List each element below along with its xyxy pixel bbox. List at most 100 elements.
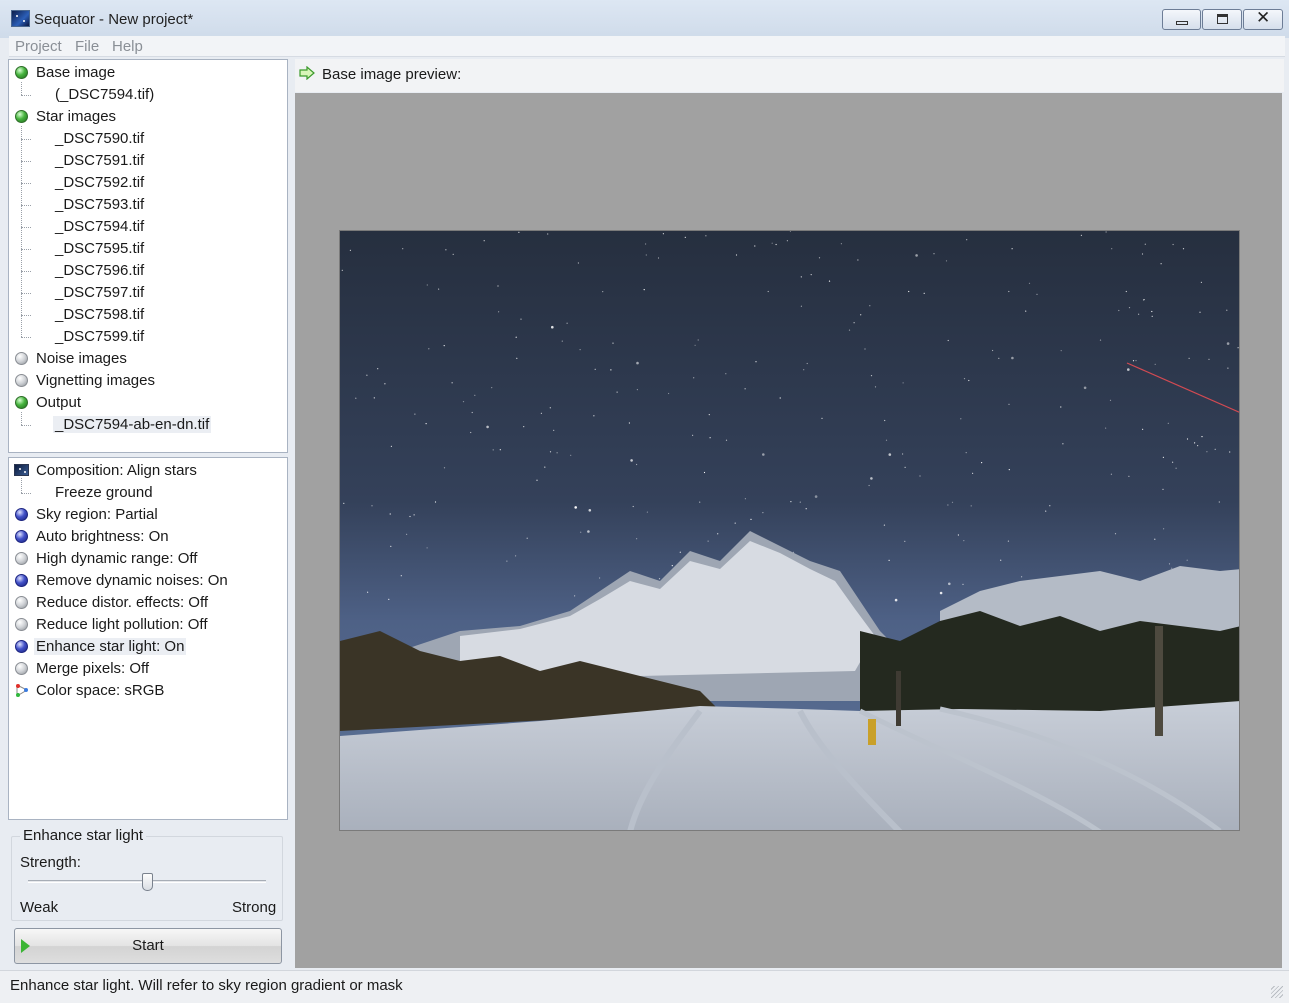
star-dot <box>443 345 445 347</box>
maximize-button[interactable] <box>1202 9 1242 30</box>
star-dot <box>725 439 728 441</box>
star-dot <box>389 513 391 515</box>
star-dot <box>1036 293 1038 295</box>
star-dot <box>945 260 948 262</box>
tree-item-vignetting-images[interactable]: Vignetting images <box>34 370 157 392</box>
star-dot <box>426 547 428 549</box>
status-blue-icon <box>15 530 28 543</box>
close-button[interactable]: ✕ <box>1243 8 1283 30</box>
star-dot <box>1199 311 1201 313</box>
star-dot <box>915 254 918 257</box>
star-dot <box>1182 248 1185 250</box>
slider-max-label: Strong <box>232 899 277 916</box>
tree-item-star-file[interactable]: _DSC7591.tif <box>53 150 146 172</box>
tree-connector <box>21 337 31 338</box>
preview-label: Base image preview: <box>322 66 462 83</box>
tree-item-star-file[interactable]: _DSC7592.tif <box>53 172 146 194</box>
star-dot <box>693 377 695 379</box>
star-dot <box>671 565 673 567</box>
star-dot <box>1028 282 1031 284</box>
star-dot <box>998 357 1000 359</box>
option-sky-region[interactable]: Sky region: Partial <box>34 504 160 526</box>
menu-help[interactable]: Help <box>112 38 143 55</box>
tree-item-star-file[interactable]: _DSC7593.tif <box>53 194 146 216</box>
tree-item-base-image[interactable]: Base image <box>34 62 117 84</box>
star-dot <box>923 292 925 294</box>
star-dot <box>1011 248 1013 250</box>
star-dot <box>1197 445 1199 447</box>
star-dot <box>549 407 551 409</box>
tree-item-star-file[interactable]: _DSC7598.tif <box>53 304 146 326</box>
option-remove-dynamic-noises[interactable]: Remove dynamic noises: On <box>34 570 230 592</box>
star-dot <box>1060 350 1062 352</box>
tree-item-output-file[interactable]: _DSC7594-ab-en-dn.tif <box>53 414 212 436</box>
star-dot <box>662 233 664 235</box>
star-dot <box>1188 357 1190 359</box>
star-dot <box>434 501 437 503</box>
tree-item-noise-images[interactable]: Noise images <box>34 348 129 370</box>
star-dot <box>574 506 577 509</box>
star-dot <box>636 463 638 466</box>
star-dot <box>828 280 831 282</box>
option-high-dynamic-range[interactable]: High dynamic range: Off <box>34 548 199 570</box>
star-dot <box>883 524 886 526</box>
tree-item-star-file[interactable]: _DSC7599.tif <box>53 326 146 348</box>
star-dot <box>483 240 485 242</box>
tree-item-star-file[interactable]: _DSC7597.tif <box>53 282 146 304</box>
star-dot <box>570 454 572 456</box>
resize-grip-icon[interactable] <box>1271 986 1283 998</box>
tree-item-star-file[interactable]: _DSC7594.tif <box>53 216 146 238</box>
arrow-right-icon <box>299 66 315 80</box>
star-dot <box>705 235 707 237</box>
option-merge-pixels[interactable]: Merge pixels: Off <box>34 658 151 680</box>
star-dot <box>1226 342 1230 345</box>
tree-item-star-images[interactable]: Star images <box>34 106 118 128</box>
option-auto-brightness[interactable]: Auto brightness: On <box>34 526 171 548</box>
strength-slider-thumb[interactable] <box>141 873 153 891</box>
star-dot <box>593 415 595 417</box>
star-dot <box>755 361 757 363</box>
star-dot <box>588 509 592 512</box>
star-dot <box>767 290 769 293</box>
star-dot <box>628 422 630 424</box>
star-dot <box>1099 339 1102 341</box>
star-dot <box>1007 540 1010 542</box>
tree-item-star-file[interactable]: _DSC7590.tif <box>53 128 146 150</box>
start-button[interactable]: Start <box>14 928 282 964</box>
star-dot <box>692 434 694 436</box>
star-dot <box>684 236 686 238</box>
tree-item-star-file[interactable]: _DSC7596.tif <box>53 260 146 282</box>
option-enhance-star-light[interactable]: Enhance star light: On <box>34 636 187 658</box>
star-dot <box>799 501 801 503</box>
option-freeze-ground[interactable]: Freeze ground <box>53 482 155 504</box>
minimize-button[interactable] <box>1162 9 1201 30</box>
tree-item-output[interactable]: Output <box>34 392 83 414</box>
star-dot <box>888 559 890 561</box>
tree-item-star-file[interactable]: _DSC7595.tif <box>53 238 146 260</box>
star-dot <box>864 348 866 350</box>
option-reduce-distortion[interactable]: Reduce distor. effects: Off <box>34 592 210 614</box>
star-dot <box>1045 510 1047 512</box>
tree-item-base-file[interactable]: (_DSC7594.tif) <box>53 84 156 106</box>
star-dot <box>425 423 427 425</box>
star-dot <box>857 259 859 261</box>
star-dot <box>1105 427 1107 429</box>
star-dot <box>341 269 343 271</box>
star-dot <box>474 394 476 396</box>
option-composition[interactable]: Composition: Align stars <box>34 460 199 482</box>
status-gray-icon <box>15 352 28 365</box>
menu-file[interactable]: File <box>75 38 99 55</box>
star-dot <box>612 342 614 344</box>
star-dot <box>1226 309 1228 311</box>
tree-connector <box>21 205 31 206</box>
option-color-space[interactable]: Color space: sRGB <box>34 680 166 702</box>
star-dot <box>492 449 494 451</box>
tree-connector <box>21 139 31 140</box>
tree-connector <box>21 412 22 425</box>
star-dot <box>587 530 590 533</box>
star-dot <box>616 391 618 393</box>
menu-project[interactable]: Project <box>15 38 62 55</box>
star-dot <box>1008 290 1010 293</box>
option-reduce-light-pollution[interactable]: Reduce light pollution: Off <box>34 614 210 636</box>
star-dot <box>445 249 447 251</box>
